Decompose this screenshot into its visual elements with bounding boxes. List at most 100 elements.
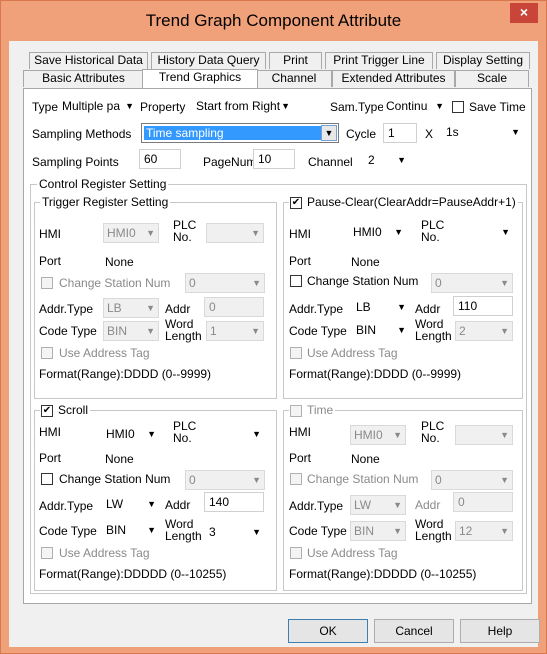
chevron-down-icon: ▼ <box>252 429 261 439</box>
samtype-select[interactable]: Continu ▼ <box>383 97 447 117</box>
cancel-button[interactable]: Cancel <box>374 619 454 643</box>
time-code-type-select[interactable]: BIN ▼ <box>350 521 406 541</box>
type-value: Multiple pa <box>62 99 121 113</box>
help-button[interactable]: Help <box>460 619 540 643</box>
chevron-down-icon: ▼ <box>394 227 403 237</box>
pause-addr-input[interactable]: 110 <box>453 296 513 316</box>
chevron-down-icon: ▼ <box>393 430 402 440</box>
time-use-tag-label: Use Address Tag <box>307 546 398 560</box>
scroll-addr-type-select[interactable]: LW ▼ <box>103 495 159 515</box>
sampling-points-input[interactable]: 60 <box>139 149 181 169</box>
scroll-plc-label: PLC No. <box>173 419 197 445</box>
pagenum-input[interactable]: 10 <box>253 149 295 169</box>
scroll-hmi-value: HMI0 <box>106 427 135 441</box>
time-checkbox[interactable] <box>290 405 302 417</box>
ok-button[interactable]: OK <box>288 619 368 643</box>
trigger-word-length-select[interactable]: 1 ▼ <box>206 321 264 341</box>
time-code-type-label: Code Type <box>289 524 347 538</box>
pause-clear-checkbox[interactable]: ✔ <box>290 197 302 209</box>
tab-print[interactable]: Print <box>269 52 322 69</box>
trigger-station-select[interactable]: 0 ▼ <box>185 273 265 293</box>
pause-station-select[interactable]: 0 ▼ <box>431 273 513 293</box>
time-station-select[interactable]: 0 ▼ <box>431 470 513 490</box>
trigger-addr-type-value: LB <box>107 301 122 315</box>
cycle-unit-select[interactable]: 1s ▼ <box>443 123 523 143</box>
time-hmi-value: HMI0 <box>354 428 383 442</box>
trigger-port-label: Port <box>39 254 62 268</box>
channel-select[interactable]: 2 ▼ <box>365 151 409 171</box>
time-plc-label: PLC No. <box>421 419 445 445</box>
scroll-addr-type-value: LW <box>106 497 124 511</box>
pause-addr-label: Addr <box>415 302 441 316</box>
channel-label: Channel <box>308 155 353 169</box>
trigger-plc-select[interactable]: ▼ <box>206 223 264 243</box>
save-time-checkbox[interactable] <box>452 101 464 113</box>
save-time-label: Save Time <box>469 100 526 114</box>
scroll-change-station-label: Change Station Num <box>59 472 171 486</box>
tab-print-trigger-line[interactable]: Print Trigger Line <box>325 52 433 69</box>
scroll-hmi-select[interactable]: HMI0 ▼ <box>103 425 159 445</box>
cycle-input[interactable]: 1 <box>383 123 417 143</box>
pause-code-type-label: Code Type <box>289 324 347 338</box>
tab-save-historical-data[interactable]: Save Historical Data <box>29 52 148 69</box>
pause-code-type-select[interactable]: BIN ▼ <box>353 321 409 341</box>
samtype-value: Continu <box>386 99 428 113</box>
time-word-length-label: Word Length <box>415 517 452 543</box>
tab-basic-attributes[interactable]: Basic Attributes <box>23 70 144 87</box>
close-button[interactable]: × <box>510 3 538 23</box>
pause-change-station-checkbox[interactable] <box>290 275 302 287</box>
scroll-word-length-label: Word Length <box>165 517 202 543</box>
trigger-word-length-value: 1 <box>210 324 217 338</box>
time-addr-type-label: Addr.Type <box>289 499 344 513</box>
trigger-hmi-value: HMI0 <box>107 226 136 240</box>
pause-use-tag-checkbox[interactable] <box>290 347 302 359</box>
trigger-hmi-select[interactable]: HMI0 ▼ <box>103 223 159 243</box>
time-hmi-select[interactable]: HMI0 ▼ <box>350 425 406 445</box>
trigger-change-station-checkbox[interactable] <box>41 277 53 289</box>
chevron-down-icon: ▼ <box>251 326 260 336</box>
window-title: Trend Graph Component Attribute <box>145 11 402 30</box>
sampling-methods-label: Sampling Methods <box>32 127 132 141</box>
pause-use-tag-label: Use Address Tag <box>307 346 398 360</box>
trigger-format: Format(Range):DDDD (0--9999) <box>39 367 212 381</box>
sampling-methods-select[interactable]: Time sampling ▼ <box>141 123 339 143</box>
trigger-code-type-select[interactable]: BIN ▼ <box>103 321 159 341</box>
tab-extended-attributes[interactable]: Extended Attributes <box>332 70 455 87</box>
tab-channel[interactable]: Channel <box>256 70 332 87</box>
pause-addr-type-select[interactable]: LB ▼ <box>353 298 409 318</box>
title-bar[interactable]: Trend Graph Component Attribute × <box>1 1 546 41</box>
tab-trend-graphics[interactable]: Trend Graphics <box>142 69 258 88</box>
time-addr-type-select[interactable]: LW ▼ <box>350 495 406 515</box>
scroll-checkbox[interactable]: ✔ <box>41 405 53 417</box>
time-addr-input[interactable]: 0 <box>453 492 513 512</box>
trigger-addr-input[interactable]: 0 <box>204 297 264 317</box>
chevron-down-icon[interactable]: ▼ <box>321 125 337 141</box>
trigger-use-tag-checkbox[interactable] <box>41 347 53 359</box>
type-label: Type <box>32 100 59 114</box>
time-plc-select[interactable]: ▼ <box>455 425 513 445</box>
trigger-use-tag-label: Use Address Tag <box>59 346 150 360</box>
pause-hmi-select[interactable]: HMI0 ▼ <box>350 223 406 243</box>
scroll-plc-select[interactable]: ▼ <box>206 425 264 445</box>
time-word-length-select[interactable]: 12 ▼ <box>455 521 513 541</box>
scroll-word-length-select[interactable]: 3 ▼ <box>206 523 264 543</box>
time-format: Format(Range):DDDDD (0--10255) <box>289 567 477 581</box>
scroll-code-type-select[interactable]: BIN ▼ <box>103 521 159 541</box>
scroll-addr-input[interactable]: 140 <box>204 492 264 512</box>
trigger-addr-type-select[interactable]: LB ▼ <box>103 298 159 318</box>
scroll-station-select[interactable]: 0 ▼ <box>185 470 265 490</box>
type-select[interactable]: Multiple pa ▼ <box>59 97 137 117</box>
scroll-change-station-checkbox[interactable] <box>41 473 53 485</box>
pause-plc-select[interactable]: ▼ <box>455 223 513 243</box>
tab-history-data-query[interactable]: History Data Query <box>151 52 266 69</box>
pause-word-length-select[interactable]: 2 ▼ <box>455 321 513 341</box>
time-change-station-checkbox[interactable] <box>290 473 302 485</box>
time-use-tag-checkbox[interactable] <box>290 547 302 559</box>
time-port-label: Port <box>289 451 312 465</box>
property-select[interactable]: Start from Right ▼ <box>193 97 293 117</box>
chevron-down-icon: ▼ <box>252 527 261 537</box>
scroll-code-type-value: BIN <box>106 523 127 537</box>
scroll-use-tag-checkbox[interactable] <box>41 547 53 559</box>
tab-scale[interactable]: Scale <box>455 70 529 87</box>
tab-display-setting[interactable]: Display Setting <box>436 52 530 69</box>
